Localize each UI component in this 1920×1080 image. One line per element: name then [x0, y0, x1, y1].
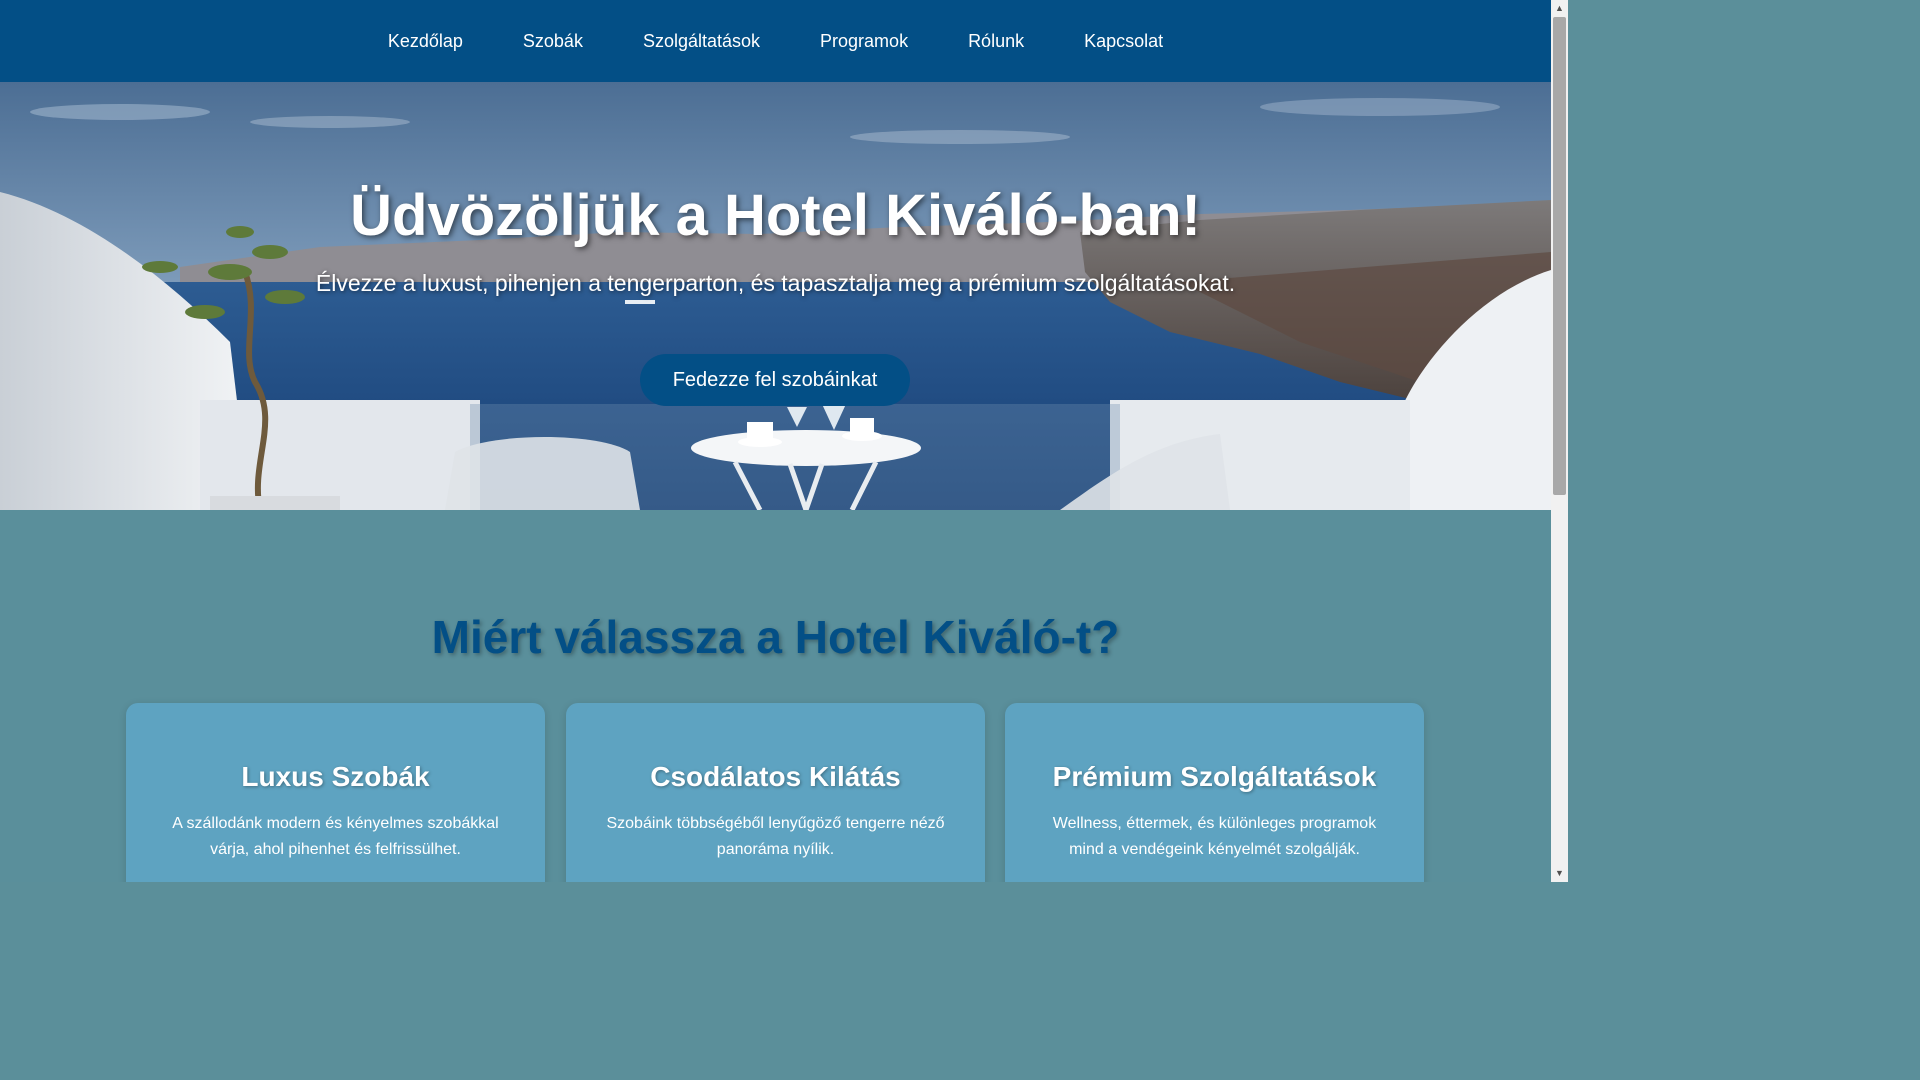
- nav-item-home[interactable]: Kezdőlap: [388, 0, 463, 82]
- nav-item-rooms[interactable]: Szobák: [523, 0, 583, 82]
- hero-title: Üdvözöljük a Hotel Kiváló-ban!: [350, 183, 1201, 248]
- nav-item-about[interactable]: Rólunk: [968, 0, 1024, 82]
- feature-card-title: Luxus Szobák: [241, 761, 430, 792]
- feature-card-text: Wellness, éttermek, és különleges progra…: [1052, 815, 1377, 858]
- feature-card-title: Csodálatos Kilátás: [650, 761, 901, 792]
- scrollbar-thumb[interactable]: [1553, 17, 1566, 495]
- explore-rooms-button[interactable]: Fedezze fel szobáinkat: [640, 354, 910, 406]
- scroll-up-icon[interactable]: ▲: [1551, 0, 1568, 17]
- feature-card-text: Szobáink többségéből lenyűgöző tengerre …: [606, 815, 945, 858]
- page-content: Kezdőlap Szobák Szolgáltatások Programok…: [0, 0, 1551, 882]
- feature-card-premium-services: Prémium Szolgáltatások Wellness, étterme…: [1005, 703, 1424, 882]
- hero-section: Üdvözöljük a Hotel Kiváló-ban! Élvezze a…: [0, 82, 1551, 510]
- nav-item-programs[interactable]: Programok: [820, 0, 908, 82]
- page: Kezdőlap Szobák Szolgáltatások Programok…: [0, 0, 1568, 882]
- features-title: Miért válassza a Hotel Kiváló-t?: [431, 611, 1120, 663]
- hero-subtitle: Élvezze a luxust, pihenjen a tengerparto…: [315, 270, 1236, 296]
- feature-card-luxury-rooms: Luxus Szobák A szállodánk modern és kény…: [126, 703, 545, 882]
- main-nav: Kezdőlap Szobák Szolgáltatások Programok…: [0, 0, 1551, 82]
- feature-card-view: Csodálatos Kilátás Szobáink többségéből …: [566, 703, 985, 882]
- feature-card-title: Prémium Szolgáltatások: [1052, 761, 1377, 792]
- vertical-scrollbar[interactable]: ▲ ▼: [1551, 0, 1568, 882]
- nav-item-contact[interactable]: Kapcsolat: [1084, 0, 1163, 82]
- scroll-down-icon[interactable]: ▼: [1551, 865, 1568, 882]
- nav-item-services[interactable]: Szolgáltatások: [643, 0, 760, 82]
- features-section: Miért válassza a Hotel Kiváló-t? Luxus S…: [0, 510, 1551, 882]
- feature-card-text: A szállodánk modern és kényelmes szobákk…: [172, 815, 499, 858]
